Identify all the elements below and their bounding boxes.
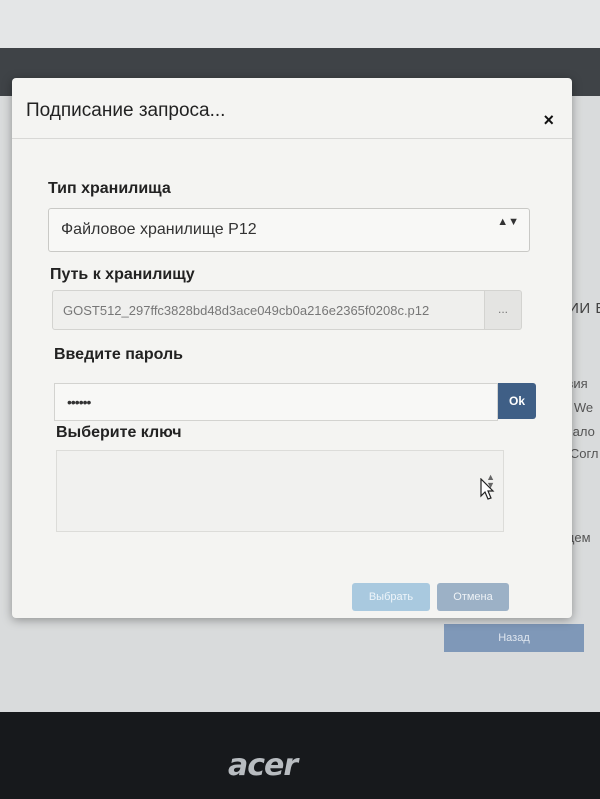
sign-request-dialog: Подписание запроса... × Тип хранилища Фа…: [12, 78, 572, 618]
mouse-cursor-icon: [480, 478, 495, 500]
close-button[interactable]: ×: [543, 110, 554, 131]
dialog-title: Подписание запроса...: [26, 100, 226, 121]
storage-path-value: GOST512_297ffc3828bd48d3ace049cb0a216e23…: [63, 303, 430, 318]
back-button[interactable]: Назад: [444, 624, 584, 652]
dialog-header: Подписание запроса... ×: [12, 78, 572, 139]
select-arrows-icon: ▲▼: [497, 216, 519, 228]
password-value: ••••••: [67, 394, 91, 410]
browser-top-bar: [0, 0, 600, 48]
brand-logo: acer: [228, 748, 298, 783]
password-label: Введите пароль: [54, 346, 183, 363]
ok-button[interactable]: Ok: [498, 383, 536, 419]
key-label: Выберите ключ: [56, 424, 182, 441]
monitor-bezel: [0, 712, 600, 799]
select-button[interactable]: Выбрать: [352, 583, 430, 611]
browse-button[interactable]: ...: [484, 290, 522, 330]
screen: АЦИИ В словия е на We ии (нало цего Согл…: [0, 0, 600, 712]
cancel-button[interactable]: Отмена: [437, 583, 509, 611]
key-select-list[interactable]: ▲ ▼: [56, 450, 504, 532]
storage-path-input[interactable]: GOST512_297ffc3828bd48d3ace049cb0a216e23…: [52, 290, 486, 330]
storage-path-label: Путь к хранилищу: [50, 266, 195, 283]
storage-type-select[interactable]: Файловое хранилище P12 ▲▼: [48, 208, 530, 252]
storage-type-label: Тип хранилища: [48, 180, 171, 197]
storage-type-value: Файловое хранилище P12: [61, 221, 257, 238]
password-input[interactable]: ••••••: [54, 383, 498, 421]
